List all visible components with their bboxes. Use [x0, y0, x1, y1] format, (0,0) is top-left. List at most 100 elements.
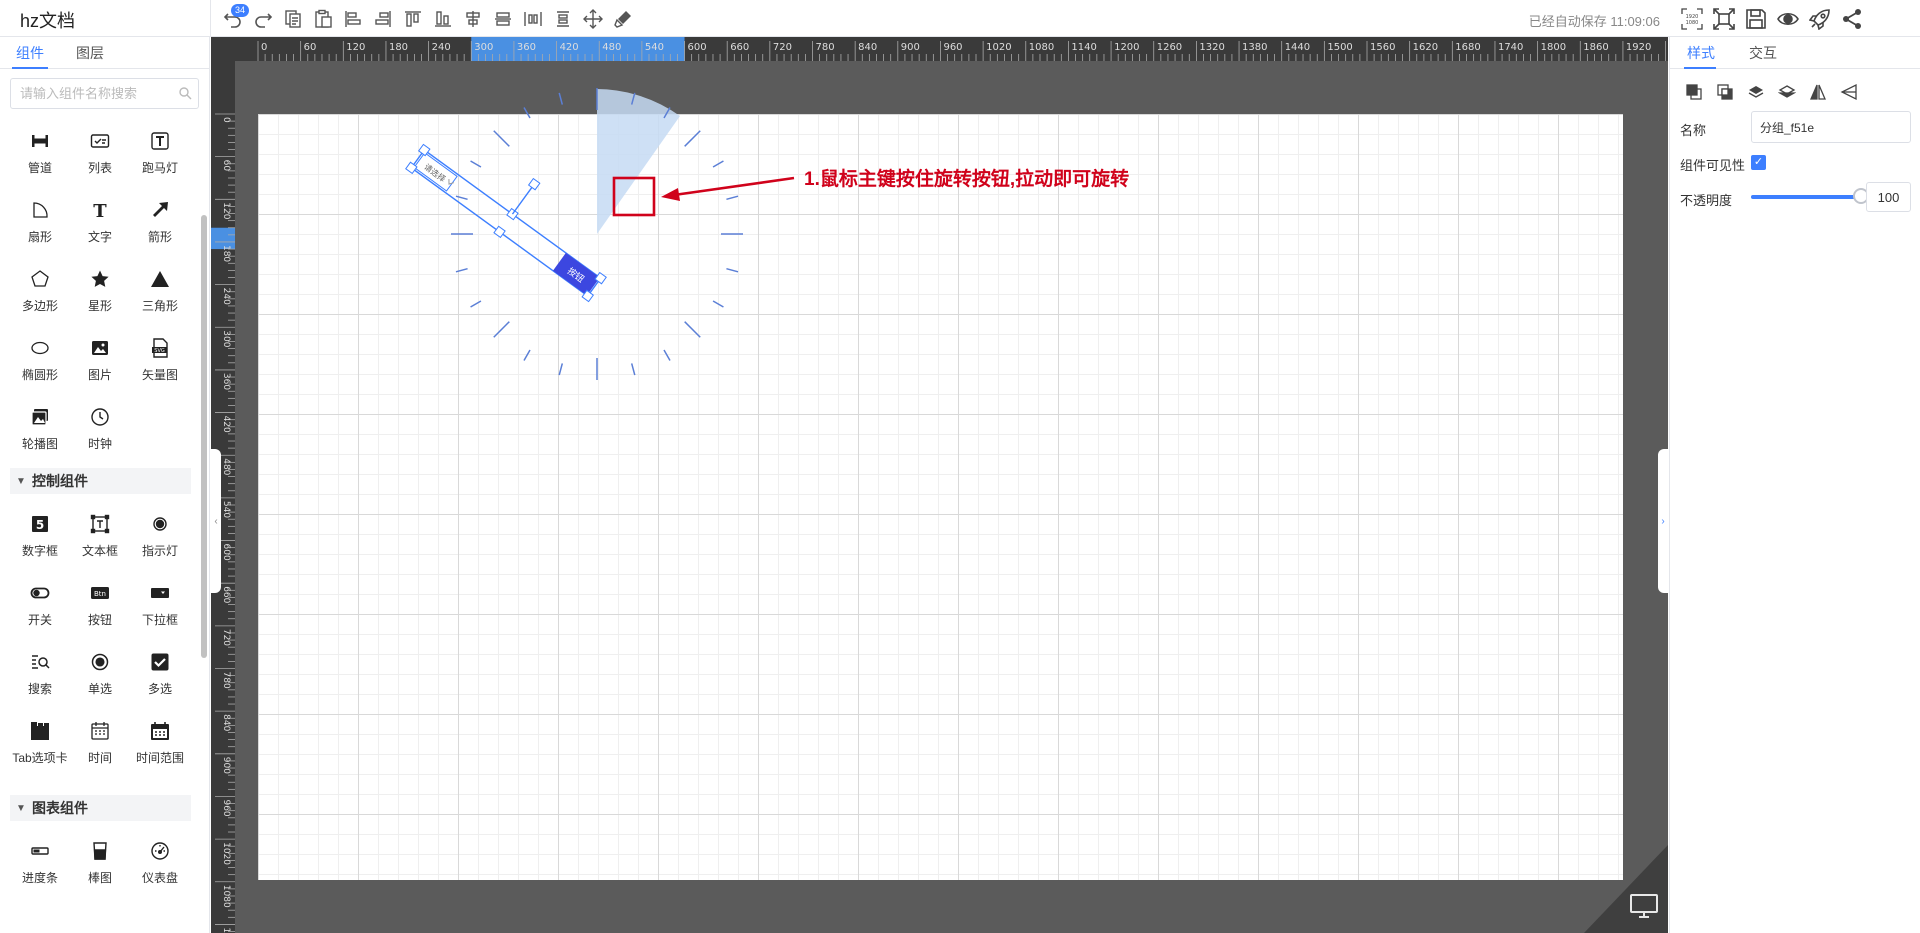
carousel-icon	[29, 406, 51, 428]
component-list-widget[interactable]: 列表	[70, 119, 130, 188]
align-left-button[interactable]	[338, 5, 368, 33]
flip-horizontal-button[interactable]	[1802, 79, 1833, 105]
svg-text:Btn: Btn	[94, 590, 106, 598]
component-progress[interactable]: 进度条	[10, 829, 70, 898]
component-search[interactable]: 搜索	[10, 640, 70, 709]
align-h-center-button[interactable]	[458, 5, 488, 33]
resize-handle-top-right[interactable]	[594, 271, 607, 285]
component-text[interactable]: T 文字	[70, 188, 130, 257]
selected-group[interactable]: 请选择 按钮	[405, 115, 628, 303]
align-v-center-button[interactable]	[488, 5, 518, 33]
paste-button[interactable]	[308, 5, 338, 33]
undo-button[interactable]: 34	[218, 4, 249, 33]
align-top-button[interactable]	[398, 5, 428, 33]
bring-front-button[interactable]	[1678, 79, 1709, 105]
left-panel-scrollbar[interactable]	[201, 215, 207, 658]
autosave-status: 已经自动保存 11:09:06	[1528, 14, 1660, 29]
distribute-h-button[interactable]	[518, 5, 548, 33]
layer-down-button[interactable]	[1771, 79, 1802, 105]
component-textbox[interactable]: 文本框	[70, 502, 130, 571]
tab-interaction[interactable]: 交互	[1732, 37, 1794, 68]
tab-layers[interactable]: 图层	[60, 37, 120, 68]
component-search-input[interactable]	[10, 78, 199, 109]
rotation-handle[interactable]	[527, 177, 541, 191]
opacity-input[interactable]	[1866, 182, 1911, 212]
svg-text:5: 5	[36, 518, 44, 532]
component-star[interactable]: 星形	[70, 257, 130, 326]
tab-style[interactable]: 样式	[1670, 37, 1732, 68]
component-bar-gauge[interactable]: 棒图	[70, 829, 130, 898]
flip-v-icon	[1840, 83, 1857, 101]
component-sector[interactable]: 扇形	[10, 188, 70, 257]
collapse-right-panel-button[interactable]: ›	[1658, 449, 1668, 593]
component-dropdown[interactable]: 下拉框	[130, 571, 190, 640]
number-box-icon: 5	[29, 513, 51, 535]
send-back-button[interactable]	[1709, 79, 1740, 105]
preview-button[interactable]	[1772, 5, 1804, 33]
undo-count-badge: 34	[231, 4, 249, 17]
component-polygon[interactable]: 多边形	[10, 257, 70, 326]
component-label: 指示灯	[141, 544, 178, 558]
component-checkbox[interactable]: 多选	[130, 640, 190, 709]
send-back-icon	[1716, 84, 1733, 100]
component-svg[interactable]: SVG 矢量图	[130, 326, 190, 395]
collapse-left-panel-button[interactable]: ‹	[211, 449, 221, 593]
component-gauge[interactable]: 仪表盘	[130, 829, 190, 898]
component-pipe[interactable]: 管道	[10, 119, 70, 188]
component-indicator[interactable]: 指示灯	[130, 502, 190, 571]
component-name-input[interactable]	[1751, 111, 1911, 143]
pipe-icon	[29, 130, 51, 152]
section-title: 图表组件	[32, 800, 88, 816]
component-carousel[interactable]: 轮播图	[10, 395, 70, 464]
redo-button[interactable]	[248, 5, 278, 33]
monitor-icon[interactable]	[1629, 893, 1659, 919]
section-control-components[interactable]: ▼ 控制组件	[10, 468, 191, 494]
opacity-slider-fill	[1751, 195, 1861, 199]
annotation-text: 1.鼠标主键按住旋转按钮,拉动即可旋转	[804, 169, 1130, 190]
dial-tick	[726, 195, 739, 201]
resolution-icon: 19201080	[1681, 8, 1703, 30]
fit-screen-button[interactable]	[1708, 5, 1740, 33]
component-button[interactable]: Btn 按钮	[70, 571, 130, 640]
tab-components[interactable]: 组件	[0, 37, 60, 68]
component-clock[interactable]: 时钟	[70, 395, 130, 464]
align-right-button[interactable]	[368, 5, 398, 33]
align-bottom-button[interactable]	[428, 5, 458, 33]
resize-handle-bottom[interactable]	[493, 225, 506, 239]
publish-button[interactable]	[1804, 5, 1836, 33]
component-arrow[interactable]: 箭形	[130, 188, 190, 257]
opacity-slider-track[interactable]	[1751, 195, 1861, 199]
section-chart-components[interactable]: ▼ 图表组件	[10, 795, 191, 821]
component-triangle[interactable]: 三角形	[130, 257, 190, 326]
active-tab-indicator	[12, 67, 48, 69]
component-label: 星形	[87, 299, 112, 313]
flip-vertical-button[interactable]	[1833, 79, 1864, 105]
component-image[interactable]: 图片	[70, 326, 130, 395]
copy-button[interactable]	[278, 5, 308, 33]
move-button[interactable]	[578, 5, 608, 33]
component-switch[interactable]: 开关	[10, 571, 70, 640]
component-radio[interactable]: 单选	[70, 640, 130, 709]
right-toolbar: 1920 1080	[1676, 5, 1868, 33]
resize-handle-bottom-left[interactable]	[405, 161, 418, 175]
component-label: 单选	[87, 682, 112, 696]
component-tab[interactable]: Tab选项卡	[10, 709, 70, 791]
component-number-box[interactable]: 5 数字框	[10, 502, 70, 571]
checkbox-icon	[149, 651, 171, 673]
layer-up-button[interactable]	[1740, 79, 1771, 105]
date-range-icon	[149, 720, 171, 742]
distribute-v-button[interactable]	[548, 5, 578, 33]
component-marquee[interactable]: 跑马灯	[130, 119, 190, 188]
copy-icon	[285, 10, 301, 28]
component-time[interactable]: 时间	[70, 709, 130, 791]
resize-handle-top-left[interactable]	[417, 143, 431, 157]
share-button[interactable]	[1836, 5, 1868, 33]
component-label: 箭形	[147, 230, 172, 244]
component-ellipse[interactable]: 椭圆形	[10, 326, 70, 395]
component-date-range[interactable]: 时间范围	[130, 709, 190, 791]
resize-handle-top[interactable]	[506, 207, 519, 221]
save-button[interactable]	[1740, 5, 1772, 33]
brush-button[interactable]	[608, 5, 638, 33]
visibility-checkbox[interactable]: ✓	[1751, 155, 1766, 170]
resolution-button[interactable]: 1920 1080	[1676, 5, 1708, 33]
